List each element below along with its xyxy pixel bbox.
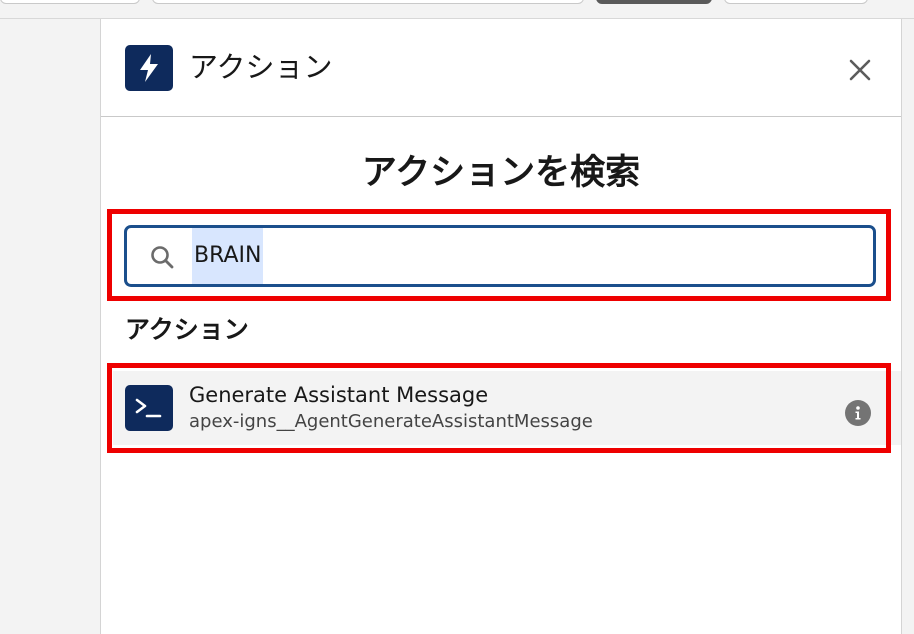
action-panel: アクション アクションを検索 BRAIN アクション Generate Assi… bbox=[100, 19, 902, 634]
result-highlight-box bbox=[107, 363, 891, 453]
search-icon bbox=[151, 246, 174, 269]
search-box[interactable]: BRAIN bbox=[124, 225, 876, 287]
results-section-label: アクション bbox=[125, 315, 249, 344]
close-icon bbox=[849, 59, 871, 81]
browser-top-strip bbox=[0, 0, 914, 19]
top-tab[interactable] bbox=[0, 0, 140, 4]
top-tab[interactable] bbox=[596, 0, 712, 4]
background-area bbox=[0, 19, 100, 634]
search-heading: アクションを検索 bbox=[361, 153, 641, 193]
panel-title: アクション bbox=[189, 50, 333, 84]
lightning-bolt-icon bbox=[125, 45, 173, 91]
top-tab[interactable] bbox=[724, 0, 868, 4]
close-button[interactable] bbox=[845, 55, 875, 85]
search-input[interactable] bbox=[192, 228, 852, 284]
panel-header: アクション bbox=[101, 19, 901, 117]
top-tab[interactable] bbox=[152, 0, 584, 4]
